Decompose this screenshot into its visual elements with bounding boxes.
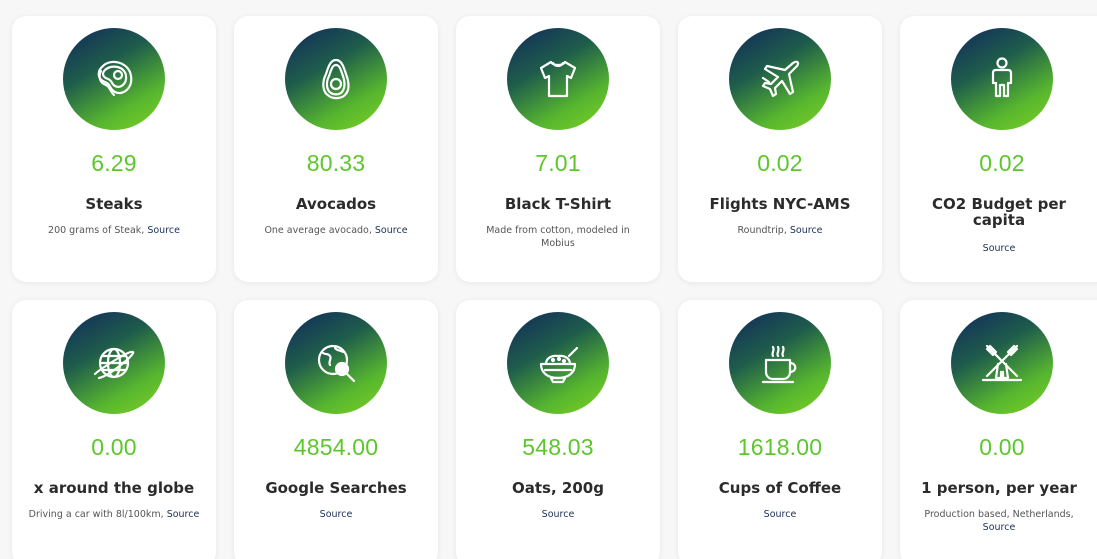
- card-title: Black T-Shirt: [504, 195, 612, 213]
- card-title: x around the globe: [33, 479, 195, 497]
- card-description: Roundtrip, Source: [694, 224, 866, 237]
- card-value: 548.03: [522, 434, 594, 460]
- card-description: Source: [694, 508, 866, 521]
- card-oats: 548.03 Oats, 200g Source: [456, 300, 660, 559]
- card-description: Source: [250, 508, 422, 521]
- card-title: Steaks: [85, 195, 143, 213]
- card-description-text: One average avocado,: [264, 225, 372, 236]
- card-grid: 6.29 Steaks 200 grams of Steak, Source 8…: [0, 0, 1097, 559]
- card-title: Oats, 200g: [512, 479, 604, 497]
- card-value: 0.00: [979, 434, 1025, 460]
- card-flights-nyc-ams: 0.02 Flights NYC-AMS Roundtrip, Source: [678, 16, 882, 282]
- coffee-cup-icon: [729, 312, 831, 414]
- card-description: Production based, Netherlands, Source: [908, 508, 1090, 534]
- card-title: Flights NYC-AMS: [709, 195, 851, 213]
- card-value: 1618.00: [737, 434, 823, 460]
- card-title: Cups of Coffee: [718, 479, 842, 497]
- card-value: 0.02: [979, 150, 1025, 176]
- card-co2-budget: 0.02 CO2 Budget per capita Source: [900, 16, 1097, 282]
- card-cups-of-coffee: 1618.00 Cups of Coffee Source: [678, 300, 882, 559]
- card-title: CO2 Budget per capita: [932, 195, 1066, 229]
- globe-search-icon: [285, 312, 387, 414]
- card-value: 4854.00: [293, 434, 379, 460]
- card-description-text: Roundtrip,: [737, 225, 787, 236]
- globe-icon: [63, 312, 165, 414]
- airplane-icon: [729, 28, 831, 130]
- source-link[interactable]: Source: [375, 225, 408, 236]
- card-value: 0.02: [757, 150, 803, 176]
- source-link[interactable]: Source: [983, 243, 1016, 254]
- avocado-icon: [285, 28, 387, 130]
- card-black-tshirt: 7.01 Black T-Shirt Made from cotton, mod…: [456, 16, 660, 282]
- card-description: 200 grams of Steak, Source: [28, 224, 200, 237]
- card-value: 7.01: [535, 150, 581, 176]
- windmill-icon: [951, 312, 1053, 414]
- source-link[interactable]: Source: [320, 509, 353, 520]
- bowl-icon: [507, 312, 609, 414]
- card-description-text: Production based, Netherlands,: [924, 509, 1074, 520]
- source-link[interactable]: Source: [542, 509, 575, 520]
- card-description: Driving a car with 8l/100km, Source: [18, 508, 210, 521]
- card-description: Made from cotton, modeled in Mobius: [486, 225, 630, 249]
- card-person-per-year: 0.00 1 person, per year Production based…: [900, 300, 1097, 559]
- source-link[interactable]: Source: [790, 225, 823, 236]
- card-title: 1 person, per year: [921, 479, 1077, 497]
- card-value: 0.00: [91, 434, 137, 460]
- card-around-the-globe: 0.00 x around the globe Driving a car wi…: [12, 300, 216, 559]
- card-description-text: Driving a car with 8l/100km,: [28, 509, 164, 520]
- card-value: 80.33: [306, 150, 366, 176]
- card-avocados: 80.33 Avocados One average avocado, Sour…: [234, 16, 438, 282]
- tshirt-icon: [507, 28, 609, 130]
- steak-icon: [63, 28, 165, 130]
- card-description: Source: [472, 508, 644, 521]
- source-link[interactable]: Source: [764, 509, 797, 520]
- card-title: Avocados: [295, 195, 377, 213]
- card-steaks: 6.29 Steaks 200 grams of Steak, Source: [12, 16, 216, 282]
- card-value: 6.29: [91, 150, 137, 176]
- person-icon: [951, 28, 1053, 130]
- source-link[interactable]: Source: [167, 509, 200, 520]
- card-description: Source: [916, 242, 1082, 255]
- card-description-text: 200 grams of Steak,: [48, 225, 145, 236]
- card-title: Google Searches: [265, 479, 407, 497]
- source-link[interactable]: Source: [147, 225, 180, 236]
- source-link[interactable]: Source: [983, 522, 1016, 533]
- card-description: One average avocado, Source: [250, 224, 422, 237]
- card-google-searches: 4854.00 Google Searches Source: [234, 300, 438, 559]
